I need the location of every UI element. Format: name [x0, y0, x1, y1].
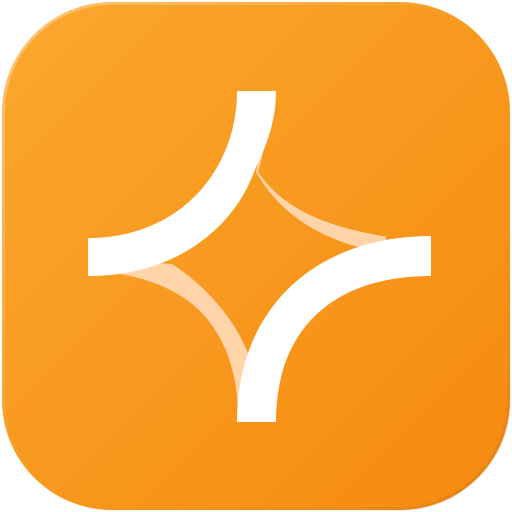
app-icon-graphic	[1, 1, 511, 511]
app-icon[interactable]	[0, 0, 512, 512]
icon-background	[2, 2, 510, 510]
